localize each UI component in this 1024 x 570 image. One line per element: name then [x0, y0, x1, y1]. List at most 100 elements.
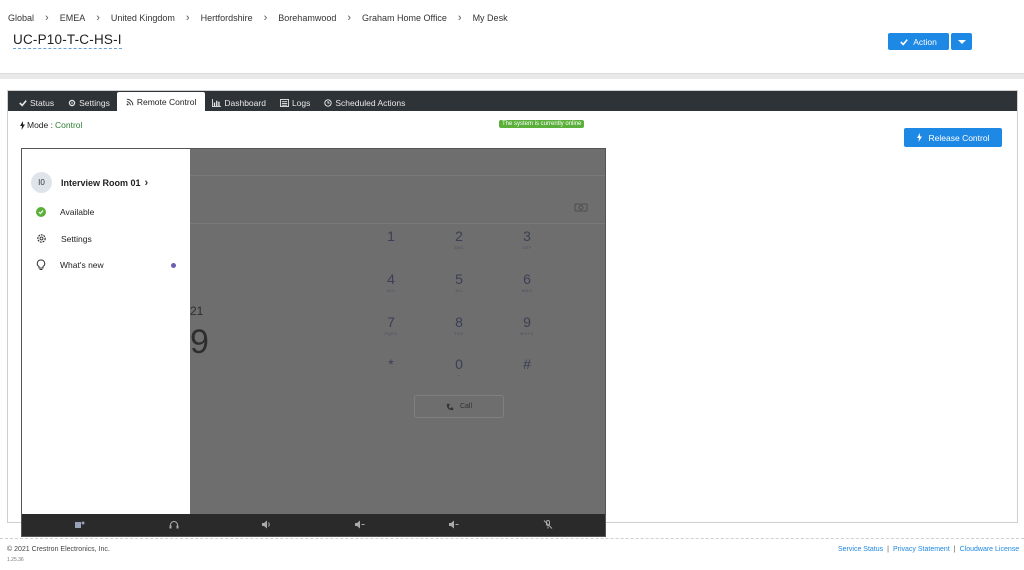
header-divider: [0, 73, 1024, 79]
rss-icon: [126, 98, 134, 105]
tab-settings-label: Settings: [79, 97, 110, 108]
page-title[interactable]: UC-P10-T-C-HS-I: [13, 32, 122, 49]
device-panel: Status Settings Remote Control Dashboard…: [7, 90, 1018, 537]
version-text: 1.25.36: [7, 557, 24, 563]
chevron-right-icon: ›: [185, 11, 190, 24]
breadcrumb-global[interactable]: Global: [8, 13, 34, 23]
gear-icon: [37, 234, 46, 243]
keypad-key-star[interactable]: *: [376, 356, 406, 373]
footer-links: Service Status | Privacy Statement | Clo…: [838, 546, 1019, 553]
mode-value: Control: [55, 120, 83, 130]
drawer-item-label: What's new: [60, 260, 104, 270]
list-icon: [280, 98, 289, 107]
bolt-icon: [20, 120, 25, 130]
avatar: I0: [31, 172, 52, 193]
chevron-right-icon: ›: [347, 11, 352, 24]
footer-separator: |: [887, 546, 889, 553]
tab-settings[interactable]: Settings: [61, 94, 117, 111]
contacts-icon: [574, 203, 588, 212]
check-icon: [900, 38, 909, 46]
drawer-item-label: Available: [60, 207, 95, 217]
room-selector[interactable]: I0 Interview Room 01 ›: [31, 172, 148, 193]
tab-scheduled-actions[interactable]: Scheduled Actions: [317, 94, 412, 111]
drawer-item-settings[interactable]: Settings: [36, 233, 92, 244]
bolt-icon: [916, 133, 922, 142]
breadcrumb-my-desk[interactable]: My Desk: [473, 13, 508, 23]
breadcrumb-hertfordshire[interactable]: Hertfordshire: [201, 13, 253, 23]
keypad-key-3[interactable]: 3 DEF: [512, 228, 542, 250]
bar-chart-icon: [212, 98, 222, 107]
divider: [190, 223, 605, 224]
headset-icon[interactable]: [169, 520, 179, 529]
drawer-item-whats-new[interactable]: What's new: [36, 259, 104, 271]
drawer-item-label: Settings: [61, 233, 92, 244]
chevron-right-icon: ›: [263, 11, 268, 24]
action-button-group: Action: [888, 33, 972, 50]
call-button[interactable]: Call: [414, 395, 504, 418]
keypad-key-9[interactable]: 9 WXYZ: [512, 314, 542, 336]
action-dropdown-toggle[interactable]: [951, 33, 972, 50]
tab-logs[interactable]: Logs: [273, 94, 317, 111]
tab-remote-control[interactable]: Remote Control: [116, 92, 206, 111]
room-name: Interview Room 01: [61, 177, 141, 188]
cloudware-license-link[interactable]: Cloudware License: [960, 546, 1020, 553]
tab-dashboard-label: Dashboard: [224, 97, 266, 108]
breadcrumb-emea[interactable]: EMEA: [60, 13, 86, 23]
volume-down-icon[interactable]: [449, 520, 459, 529]
check-circle-icon: [36, 207, 46, 217]
clock-icon: [324, 98, 333, 107]
notification-dot: [171, 263, 176, 268]
chevron-right-icon: ›: [457, 11, 462, 24]
tab-logs-label: Logs: [291, 97, 311, 108]
keypad-key-6[interactable]: 6 MNO: [512, 271, 542, 293]
tab-scheduled-actions-label: Scheduled Actions: [335, 97, 406, 108]
mode-indicator: Mode : Control: [20, 120, 82, 130]
action-button-label: Action: [913, 36, 937, 47]
chevron-right-icon: ›: [144, 176, 149, 189]
teams-icon[interactable]: [75, 520, 85, 529]
breadcrumb: Global › EMEA › United Kingdom › Hertfor…: [8, 11, 508, 24]
keypad-key-hash[interactable]: #: [512, 356, 542, 373]
check-icon: [19, 99, 27, 107]
gear-icon: [68, 99, 76, 106]
breadcrumb-borehamwood[interactable]: Borehamwood: [278, 13, 336, 23]
keypad-key-8[interactable]: 8 TUV: [444, 314, 474, 336]
tab-dashboard[interactable]: Dashboard: [205, 94, 273, 111]
lightbulb-icon: [36, 259, 46, 270]
privacy-statement-link[interactable]: Privacy Statement: [893, 546, 950, 553]
status-badge: The system is currently online: [499, 120, 585, 128]
keypad-key-5[interactable]: 5 JKL: [444, 271, 474, 293]
side-drawer: I0 Interview Room 01 › Available Setting…: [22, 149, 190, 514]
volume-down-icon[interactable]: [355, 520, 365, 529]
tab-status[interactable]: Status: [12, 94, 61, 111]
tab-remote-control-label: Remote Control: [136, 96, 197, 107]
service-status-link[interactable]: Service Status: [838, 546, 883, 553]
breadcrumb-united-kingdom[interactable]: United Kingdom: [111, 13, 175, 23]
drawer-item-available[interactable]: Available: [36, 207, 94, 217]
device-bottom-bar: [22, 514, 605, 536]
chevron-right-icon: ›: [45, 11, 49, 24]
keypad-key-2[interactable]: 2 ABC: [444, 228, 474, 250]
copyright-text: © 2021 Crestron Electronics, Inc.: [7, 546, 110, 553]
keypad-key-1[interactable]: 1: [376, 228, 406, 245]
caret-down-icon: [957, 39, 966, 44]
volume-icon[interactable]: [262, 520, 272, 529]
keypad-key-7[interactable]: 7 PQRS: [376, 314, 406, 336]
tab-status-label: Status: [30, 97, 55, 108]
keypad-key-0[interactable]: 0 +: [444, 356, 474, 378]
keypad-key-4[interactable]: 4 GHI: [376, 271, 406, 293]
release-control-label: Release Control: [928, 132, 990, 143]
dialed-digit-partial: 9: [190, 323, 209, 361]
divider: [190, 175, 605, 176]
tab-bar: Status Settings Remote Control Dashboard…: [8, 91, 1017, 111]
footer-separator: |: [953, 546, 956, 553]
action-button[interactable]: Action: [888, 33, 949, 50]
chevron-right-icon: ›: [96, 11, 100, 24]
remote-device-screen[interactable]: 21 9 1 2 ABC 3 DEF 4 GHI 5 JKL 6 MNO 7 PQRS 8T…: [21, 148, 606, 537]
mic-mute-icon[interactable]: [543, 520, 553, 529]
release-control-button[interactable]: Release Control: [904, 128, 1002, 147]
phone-icon: [446, 403, 454, 410]
mode-label: Mode :: [27, 120, 53, 130]
footer-divider: [0, 538, 1024, 539]
breadcrumb-graham-home-office[interactable]: Graham Home Office: [362, 13, 447, 23]
